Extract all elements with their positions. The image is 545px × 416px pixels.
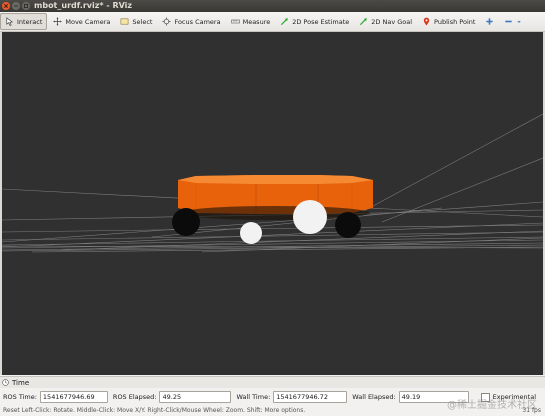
close-icon [3,3,9,9]
render-viewport-3d[interactable] [2,32,543,375]
rear-caster [240,222,262,244]
chevron-down-icon [517,20,522,23]
publish-point-tool-label: Publish Point [434,17,476,26]
front-caster [293,200,327,234]
status-hint-text: Reset Left-Click: Rotate. Middle-Click: … [3,407,306,414]
rviz-toolbar: Interact Move Camera Select Focus Camera… [0,12,545,32]
time-panel-header: Time [0,376,545,388]
ros-time-label: ROS Time: [3,393,37,401]
measure-icon [230,19,240,24]
time-panel-title: Time [12,378,30,387]
pose-estimate-tool-label: 2D Pose Estimate [292,17,350,26]
ros-elapsed-field[interactable]: 49.25 [159,391,232,403]
pose-estimate-arrow-icon [281,18,289,26]
wall-elapsed-label: Wall Elapsed: [352,393,396,401]
nav-goal-tool-label: 2D Nav Goal [371,17,413,26]
clock-icon [2,379,9,386]
add-tool-button[interactable] [481,14,498,29]
move-camera-icon [53,17,62,26]
wall-time-field[interactable]: 1541677946.72 [273,391,348,403]
publish-point-pin-icon [423,17,430,26]
select-tool-button[interactable]: Select [116,14,156,29]
measure-tool-label: Measure [242,17,271,26]
nav-goal-tool-button[interactable]: 2D Nav Goal [355,14,416,29]
focus-camera-tool-button[interactable]: Focus Camera [158,14,224,29]
remove-tool-menu-button[interactable] [500,14,526,29]
window-minimize-button[interactable] [12,2,20,10]
maximize-icon [23,3,29,9]
move-camera-tool-button[interactable]: Move Camera [49,14,114,29]
window-controls [2,2,30,10]
minimize-icon [14,5,18,7]
select-icon [120,18,129,25]
publish-point-tool-button[interactable]: Publish Point [418,14,479,29]
ros-elapsed-label: ROS Elapsed: [112,393,157,401]
minus-icon [505,20,513,23]
window-close-button[interactable] [2,2,10,10]
ros-time-field[interactable]: 1541677946.69 [39,391,108,403]
scene-canvas [2,32,543,375]
select-tool-label: Select [132,17,153,26]
left-wheel [172,208,200,236]
wall-time-label: Wall Time: [236,393,271,401]
pose-estimate-tool-button[interactable]: 2D Pose Estimate [276,14,353,29]
move-camera-tool-label: Move Camera [65,17,111,26]
interact-tool-button[interactable]: Interact [0,13,48,30]
right-wheel [335,212,361,238]
interact-icon [6,17,14,26]
focus-camera-icon [162,17,172,26]
window-title: mbot_urdf.rviz* - RViz [34,1,133,10]
window-title-bar: mbot_urdf.rviz* - RViz [0,0,545,12]
plus-icon [486,18,494,25]
window-maximize-button[interactable] [22,2,30,10]
measure-tool-button[interactable]: Measure [227,14,275,29]
watermark-text: @稀土掘金技术社区 [447,400,537,411]
interact-tool-label: Interact [17,17,43,26]
focus-camera-tool-label: Focus Camera [174,17,221,26]
nav-goal-arrow-icon [360,18,368,26]
